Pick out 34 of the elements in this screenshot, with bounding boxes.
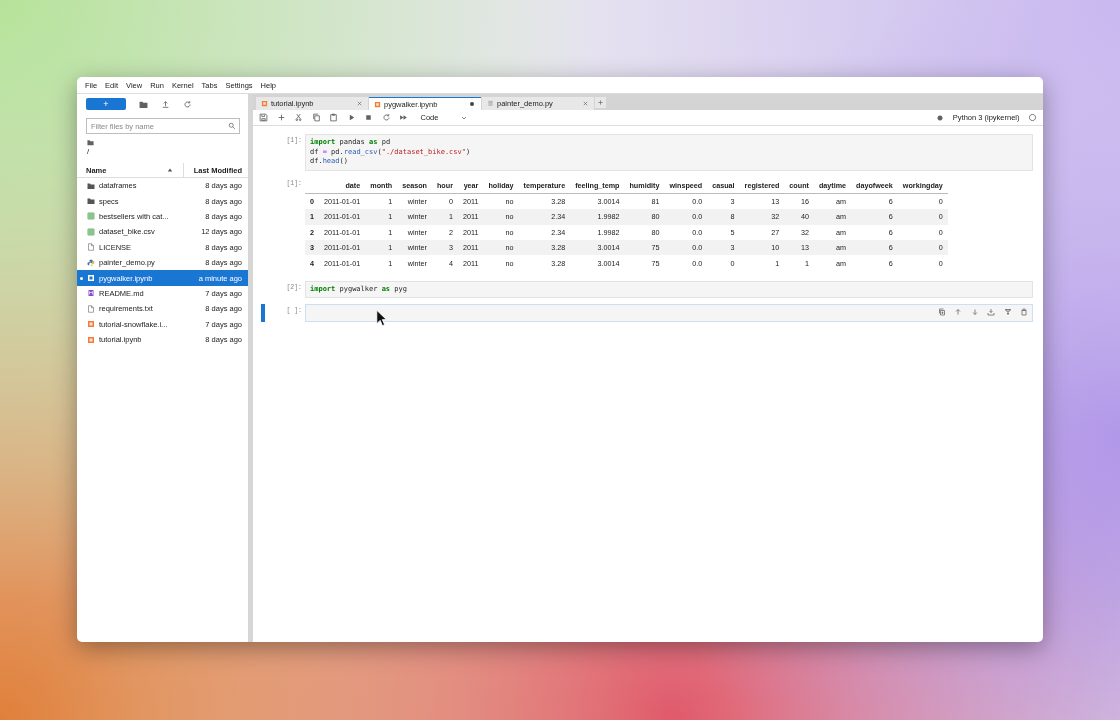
document-icon: [87, 243, 95, 252]
mouse-pointer-icon: [376, 309, 388, 329]
refresh-icon[interactable]: [183, 99, 192, 109]
close-icon[interactable]: [356, 100, 363, 107]
refresh-icon[interactable]: [381, 113, 391, 122]
new-folder-icon[interactable]: [139, 99, 148, 109]
new-launcher-button[interactable]: +: [86, 98, 126, 110]
close-icon[interactable]: [582, 100, 589, 107]
fast-forward-icon[interactable]: [399, 113, 408, 122]
folder-icon[interactable]: [87, 139, 94, 146]
scissors-icon[interactable]: [294, 113, 303, 122]
clipboard-icon[interactable]: [329, 113, 338, 122]
notebook-icon: [261, 100, 268, 107]
arrow-down-icon[interactable]: [970, 308, 979, 317]
new-tab-icon[interactable]: [595, 96, 606, 108]
duplicate-icon[interactable]: [937, 308, 946, 317]
insert-below-icon[interactable]: [987, 308, 995, 317]
upload-icon[interactable]: [161, 99, 170, 109]
notebook-icon: [374, 100, 381, 108]
search-icon: [228, 122, 236, 130]
copy-icon[interactable]: [311, 113, 321, 122]
kernel-status-icon: [1028, 113, 1037, 122]
save-icon[interactable]: [259, 113, 268, 122]
spreadsheet-icon: [87, 227, 95, 236]
spreadsheet-icon: [87, 212, 95, 221]
stop-icon[interactable]: [364, 113, 373, 122]
trash-icon[interactable]: [1020, 308, 1028, 317]
python-icon: [87, 258, 95, 267]
document-icon: [487, 100, 494, 107]
notebook-icon: [87, 274, 95, 283]
markdown-icon: [87, 289, 95, 298]
document-icon: [87, 304, 95, 313]
arrow-up-icon[interactable]: [954, 308, 962, 317]
plus-icon[interactable]: [276, 113, 286, 122]
